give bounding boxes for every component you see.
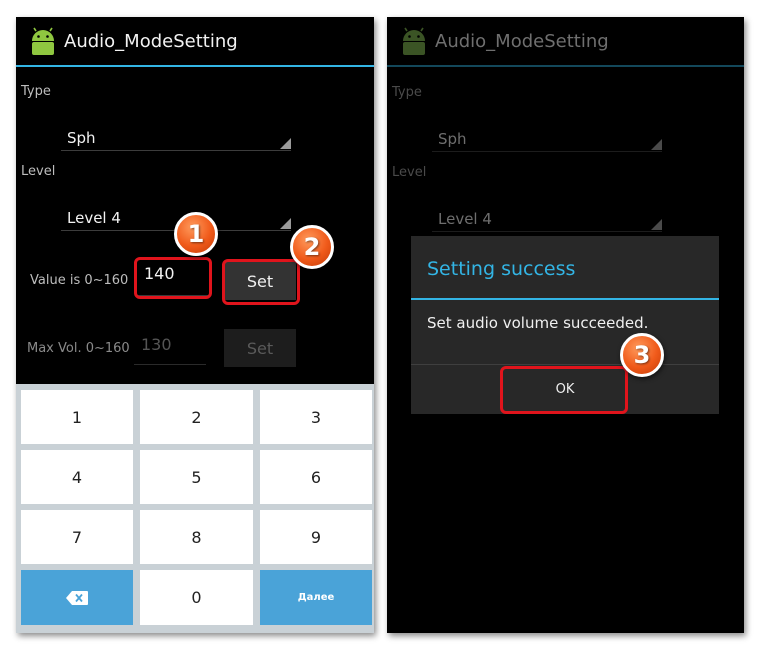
dropdown-triangle-icon (651, 139, 662, 150)
app-title: Audio_ModeSetting (64, 31, 238, 52)
level-label: Level (21, 164, 56, 179)
type-value: Sph (67, 129, 96, 147)
backspace-icon (66, 590, 88, 605)
action-bar: Audio_ModeSetting (16, 17, 374, 67)
max-vol-label: Max Vol. 0~160 (27, 341, 130, 356)
dialog-message: Set audio volume succeeded. (427, 314, 649, 332)
level-value: Level 4 (438, 210, 492, 228)
key-6[interactable]: 6 (260, 450, 372, 504)
dropdown-triangle-icon (280, 218, 291, 229)
action-bar: Audio_ModeSetting (387, 17, 744, 67)
android-icon (32, 27, 54, 55)
dialog-title-divider (411, 298, 719, 300)
dropdown-triangle-icon (651, 219, 662, 230)
step-badge-3: 3 (620, 333, 664, 377)
max-vol-input-text: 130 (141, 335, 172, 354)
step-badge-1: 1 (174, 212, 218, 256)
key-1[interactable]: 1 (21, 390, 133, 444)
backspace-key[interactable] (21, 570, 133, 625)
key-0[interactable]: 0 (140, 570, 253, 625)
value-range-label: Value is 0~160 (30, 273, 129, 288)
level-label: Level (392, 165, 427, 180)
enter-key-label: Далее (297, 592, 335, 603)
right-screen: Audio_ModeSetting Type Sph Level Level 4… (387, 17, 744, 633)
type-label: Type (21, 84, 51, 99)
key-5[interactable]: 5 (140, 450, 253, 504)
type-spinner: Sph (432, 128, 662, 152)
key-3[interactable]: 3 (260, 390, 372, 444)
type-label: Type (392, 85, 422, 100)
key-4[interactable]: 4 (21, 450, 133, 504)
dropdown-triangle-icon (280, 138, 291, 149)
step-badge-2: 2 (290, 225, 334, 269)
key-2[interactable]: 2 (140, 390, 253, 444)
type-spinner[interactable]: Sph (61, 127, 291, 151)
level-value: Level 4 (67, 209, 121, 227)
numeric-keyboard: 1 2 3 4 5 6 7 8 9 0 Далее (16, 384, 374, 633)
key-9[interactable]: 9 (260, 510, 372, 564)
type-value: Sph (438, 130, 467, 148)
highlight-ok-button (500, 366, 628, 414)
left-screen: Audio_ModeSetting Type Sph Level Level 4… (16, 17, 374, 633)
enter-key[interactable]: Далее (260, 570, 372, 625)
highlight-value-input (134, 257, 212, 299)
max-vol-set-button[interactable]: Set (224, 329, 296, 367)
key-8[interactable]: 8 (140, 510, 253, 564)
android-icon (403, 27, 425, 55)
level-spinner: Level 4 (432, 208, 662, 232)
highlight-set-button (222, 259, 300, 305)
key-7[interactable]: 7 (21, 510, 133, 564)
dialog-title: Setting success (427, 258, 576, 280)
app-title: Audio_ModeSetting (435, 31, 609, 52)
max-vol-input[interactable]: 130 (134, 331, 206, 365)
